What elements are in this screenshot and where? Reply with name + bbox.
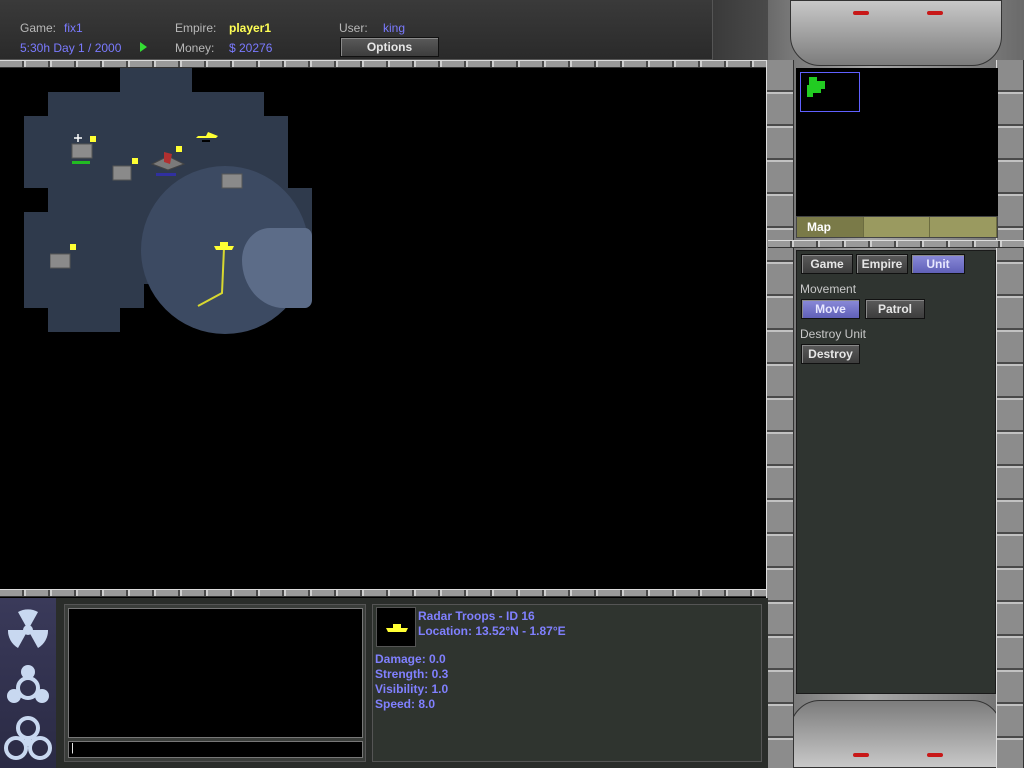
unit-speed: Speed: 8.0 bbox=[375, 697, 436, 711]
radiation-icon[interactable] bbox=[4, 606, 52, 654]
structure-icon bbox=[221, 173, 243, 189]
unit-visibility: Visibility: 1.0 bbox=[375, 682, 449, 696]
tab-map[interactable]: Map bbox=[797, 217, 864, 237]
panel-bottom-cap bbox=[790, 700, 1002, 768]
unit-strength: Strength: 0.3 bbox=[375, 667, 449, 681]
hq-icon bbox=[150, 146, 186, 176]
options-button[interactable]: Options bbox=[340, 37, 439, 57]
troops-icon bbox=[386, 624, 408, 632]
move-button[interactable]: Move bbox=[801, 299, 860, 319]
panel-top-cap bbox=[790, 0, 1002, 66]
tab-minimap-3[interactable] bbox=[930, 217, 998, 237]
minimap-viewport[interactable] bbox=[800, 72, 860, 112]
top-bar-edge bbox=[712, 0, 768, 60]
indicator-light bbox=[927, 11, 943, 15]
unit-thumbnail bbox=[376, 607, 416, 647]
game-time: 5:30h Day 1 / 2000 bbox=[20, 41, 122, 55]
unit-damage: Damage: 0.0 bbox=[375, 652, 446, 666]
game-value: fix1 bbox=[64, 21, 83, 35]
money-value: $ 20276 bbox=[229, 41, 273, 55]
main-map-view[interactable] bbox=[0, 68, 766, 588]
tab-unit[interactable]: Unit bbox=[911, 254, 965, 274]
chemical-icon[interactable] bbox=[4, 662, 52, 710]
indicator-light bbox=[853, 11, 869, 15]
aircraft-unit[interactable] bbox=[194, 130, 220, 148]
tab-game[interactable]: Game bbox=[801, 254, 853, 274]
minimap-bottom-frame bbox=[768, 240, 1024, 248]
minimap[interactable] bbox=[796, 68, 998, 216]
troops-icon bbox=[214, 242, 234, 250]
destroy-button[interactable]: Destroy bbox=[801, 344, 860, 364]
unit-title: Radar Troops - ID 16 bbox=[418, 609, 535, 623]
game-label: Game: bbox=[20, 21, 57, 35]
user-label: User: bbox=[339, 21, 368, 35]
minimap-territory bbox=[807, 77, 825, 97]
factory-icon bbox=[71, 134, 96, 164]
top-status-bar: Game: fix1 Empire: player1 User: king 5:… bbox=[0, 0, 768, 60]
indicator-light bbox=[927, 753, 943, 757]
minimap-tabs: Map bbox=[796, 216, 998, 238]
command-panel: Game Empire Unit Movement Move Patrol De… bbox=[796, 250, 996, 694]
map-top-frame bbox=[0, 60, 768, 68]
weapon-icons bbox=[0, 598, 56, 768]
structure-icon bbox=[112, 158, 138, 181]
indicator-light bbox=[853, 753, 869, 757]
destroy-unit-label: Destroy Unit bbox=[800, 327, 867, 341]
empire-label: Empire: bbox=[175, 21, 217, 35]
message-log bbox=[68, 608, 363, 738]
movement-label: Movement bbox=[800, 282, 857, 296]
biohazard-icon[interactable] bbox=[4, 714, 52, 764]
money-label: Money: bbox=[175, 41, 215, 55]
chat-input[interactable]: | bbox=[68, 741, 363, 758]
right-frame-rail bbox=[766, 60, 794, 768]
patrol-button[interactable]: Patrol bbox=[865, 299, 925, 319]
right-frame-rail bbox=[996, 60, 1024, 768]
radar-troops-unit[interactable] bbox=[212, 240, 238, 256]
tab-empire[interactable]: Empire bbox=[856, 254, 908, 274]
map-bottom-frame bbox=[0, 589, 768, 597]
play-icon[interactable] bbox=[140, 42, 147, 52]
headquarters-unit[interactable] bbox=[150, 146, 186, 178]
empire-value: player1 bbox=[229, 21, 272, 35]
tab-minimap-2[interactable] bbox=[864, 217, 931, 237]
user-value: king bbox=[383, 21, 406, 35]
building-unit[interactable] bbox=[220, 168, 246, 190]
selected-building-unit[interactable] bbox=[68, 134, 96, 164]
building-unit[interactable] bbox=[49, 244, 80, 270]
unit-location: Location: 13.52°N - 1.87°E bbox=[418, 624, 566, 638]
building-unit[interactable] bbox=[110, 156, 140, 182]
unit-path bbox=[197, 247, 225, 307]
structure-icon bbox=[49, 244, 76, 269]
plane-icon bbox=[196, 132, 218, 142]
